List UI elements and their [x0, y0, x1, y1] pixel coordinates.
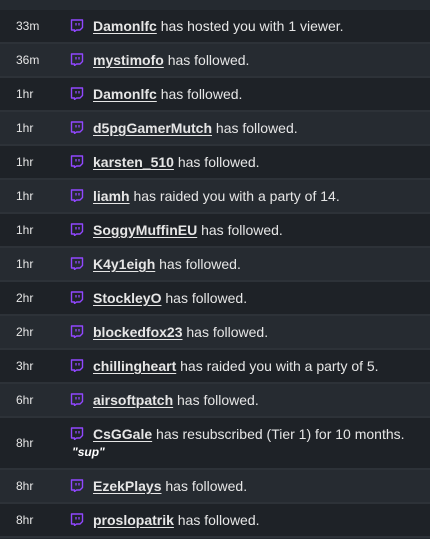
twitch-chat-icon — [70, 513, 84, 526]
twitch-chat-icon — [70, 427, 84, 440]
twitch-chat-icon — [70, 223, 84, 236]
event-username-link[interactable]: StockleyO — [93, 290, 161, 306]
event-username-link[interactable]: liamh — [93, 188, 130, 204]
event-row: 1hr d5pgGamerMutch has followed. — [0, 112, 430, 146]
activity-feed: 33m Damonlfc has hosted you with 1 viewe… — [0, 0, 430, 539]
event-row: 8hr EzekPlays has followed. — [0, 470, 430, 504]
event-text: has followed. — [177, 392, 259, 408]
event-message: Damonlfc has followed. — [93, 78, 242, 110]
event-text: has resubscribed (Tier 1) for 10 months. — [156, 426, 405, 442]
event-row: 36m mystimofo has followed. — [0, 44, 430, 78]
event-row: 2hr StockleyO has followed. — [0, 282, 430, 316]
event-message: karsten_510 has followed. — [93, 146, 260, 178]
event-time: 2hr — [16, 325, 34, 339]
event-time: 1hr — [16, 155, 34, 169]
event-username-link[interactable]: K4y1eigh — [93, 256, 155, 272]
twitch-chat-icon — [70, 325, 84, 338]
event-username-link[interactable]: EzekPlays — [93, 478, 162, 494]
event-time: 8hr — [16, 436, 34, 450]
event-text: has followed. — [167, 52, 250, 68]
event-text: has followed. — [215, 120, 298, 136]
event-message: StockleyO has followed. — [93, 282, 247, 314]
resub-message: "sup" — [72, 445, 105, 459]
event-row: 8hr CsGGale has resubscribed (Tier 1) fo… — [0, 418, 430, 470]
event-time: 36m — [16, 53, 40, 67]
twitch-chat-icon — [70, 393, 84, 406]
event-time: 8hr — [16, 479, 34, 493]
event-text: has followed. — [159, 256, 241, 272]
event-username-link[interactable]: blockedfox23 — [93, 324, 182, 340]
event-username-link[interactable]: Damonlfc — [93, 86, 157, 102]
event-row: 8hr proslopatrik has followed. — [0, 504, 430, 538]
twitch-chat-icon — [70, 479, 84, 492]
event-text: has followed. — [160, 86, 243, 102]
event-username-link[interactable]: d5pgGamerMutch — [93, 120, 212, 136]
event-username-link[interactable]: airsoftpatch — [93, 392, 173, 408]
event-username-link[interactable]: Damonlfc — [93, 18, 157, 34]
event-row: 1hr Damonlfc has followed. — [0, 78, 430, 112]
event-message: d5pgGamerMutch has followed. — [93, 112, 298, 144]
event-username-link[interactable]: CsGGale — [93, 426, 152, 442]
event-row: 6hr airsoftpatch has followed. — [0, 384, 430, 418]
twitch-chat-icon — [70, 53, 84, 66]
event-message: blockedfox23 has followed. — [93, 316, 268, 348]
twitch-chat-icon — [70, 87, 84, 100]
event-row: 3hr chillingheart has raided you with a … — [0, 350, 430, 384]
twitch-chat-icon — [70, 189, 84, 202]
event-text: has raided you with a party of 5. — [180, 358, 379, 374]
event-message: proslopatrik has followed. — [93, 504, 260, 536]
event-row: 33m Damonlfc has hosted you with 1 viewe… — [0, 10, 430, 44]
event-row: 2hr blockedfox23 has followed. — [0, 316, 430, 350]
event-text: has hosted you with 1 viewer. — [160, 18, 344, 34]
event-username-link[interactable]: karsten_510 — [93, 154, 174, 170]
twitch-chat-icon — [70, 359, 84, 372]
event-row: 1hr K4y1eigh has followed. — [0, 248, 430, 282]
event-text: has followed. — [177, 154, 260, 170]
twitch-chat-icon — [70, 121, 84, 134]
event-message: SoggyMuffinEU has followed. — [93, 214, 283, 246]
twitch-chat-icon — [70, 19, 84, 32]
event-message: mystimofo has followed. — [93, 44, 249, 76]
event-text: has raided you with a party of 14. — [133, 188, 340, 204]
event-time: 2hr — [16, 291, 34, 305]
event-text: has followed. — [165, 290, 248, 306]
event-text: has followed. — [177, 512, 260, 528]
event-time: 1hr — [16, 223, 34, 237]
twitch-chat-icon — [70, 291, 84, 304]
event-username-link[interactable]: mystimofo — [93, 52, 164, 68]
event-time: 1hr — [16, 121, 34, 135]
event-username-link[interactable]: SoggyMuffinEU — [93, 222, 197, 238]
event-time: 1hr — [16, 87, 34, 101]
event-username-link[interactable]: proslopatrik — [93, 512, 174, 528]
event-time: 6hr — [16, 393, 34, 407]
event-message: chillingheart has raided you with a part… — [93, 350, 379, 382]
event-message: airsoftpatch has followed. — [93, 384, 259, 416]
event-row: 1hr SoggyMuffinEU has followed. — [0, 214, 430, 248]
event-time: 33m — [16, 19, 40, 33]
twitch-chat-icon — [70, 257, 84, 270]
event-time: 3hr — [16, 359, 34, 373]
event-time: 1hr — [16, 257, 34, 271]
event-message: Damonlfc has hosted you with 1 viewer. — [93, 10, 344, 42]
event-text: has followed. — [165, 478, 248, 494]
event-row: 1hr liamh has raided you with a party of… — [0, 180, 430, 214]
event-message: CsGGale has resubscribed (Tier 1) for 10… — [93, 418, 405, 450]
event-time: 1hr — [16, 189, 34, 203]
event-message: liamh has raided you with a party of 14. — [93, 180, 340, 212]
event-message: EzekPlays has followed. — [93, 470, 247, 502]
twitch-chat-icon — [70, 155, 84, 168]
event-row: 1hr karsten_510 has followed. — [0, 146, 430, 180]
event-message: K4y1eigh has followed. — [93, 248, 241, 280]
event-time: 8hr — [16, 513, 34, 527]
event-username-link[interactable]: chillingheart — [93, 358, 176, 374]
event-text: has followed. — [186, 324, 269, 340]
event-text: has followed. — [201, 222, 283, 238]
